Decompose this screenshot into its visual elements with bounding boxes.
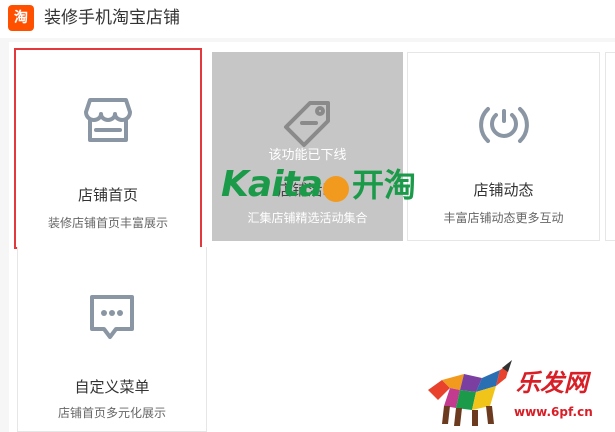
tile-desc: 店铺首页多元化展示 bbox=[57, 406, 166, 420]
brand-url: www.6pf.cn bbox=[514, 405, 593, 419]
tile-desc: 丰富店铺动态更多互动 bbox=[443, 211, 564, 225]
app-header: 淘 装修手机淘宝店铺 bbox=[0, 0, 615, 38]
price-tag-icon bbox=[283, 101, 330, 147]
brand-name: 乐发网 bbox=[516, 369, 588, 397]
watermark-o-mark bbox=[323, 175, 350, 202]
tile-desc: 装修店铺首页丰富展示 bbox=[47, 216, 168, 230]
tile-title: 自定义菜单 bbox=[74, 378, 150, 396]
taobao-logo: 淘 bbox=[8, 5, 34, 31]
tile-store-homepage[interactable]: 店铺首页 装修店铺首页丰富展示 bbox=[14, 48, 202, 249]
tile-store-updates[interactable]: 店铺动态 丰富店铺动态更多互动 bbox=[407, 52, 600, 241]
tile-custom-menu[interactable]: 自定义菜单 店铺首页多元化展示 bbox=[17, 247, 207, 432]
watermark-chinese: 开淘 bbox=[352, 166, 417, 204]
watermark-latin: Kaita bbox=[221, 164, 323, 205]
chat-bubble-icon bbox=[90, 295, 134, 339]
page-title: 装修手机淘宝店铺 bbox=[44, 8, 180, 28]
storefront-icon bbox=[84, 98, 132, 142]
tile-title: 店铺首页 bbox=[77, 186, 138, 204]
tile-title: 店铺动态 bbox=[473, 181, 534, 199]
tile-partial bbox=[605, 52, 615, 241]
broadcast-icon bbox=[478, 107, 529, 143]
bull-logo-icon bbox=[428, 360, 512, 426]
kaitao-watermark: Kaita 开淘 bbox=[221, 163, 416, 207]
tile-desc: 汇集店铺精选活动集合 bbox=[247, 211, 368, 225]
tile-store-activity: 该功能已下线 店铺活动 汇集店铺精选活动集合 bbox=[212, 52, 403, 241]
